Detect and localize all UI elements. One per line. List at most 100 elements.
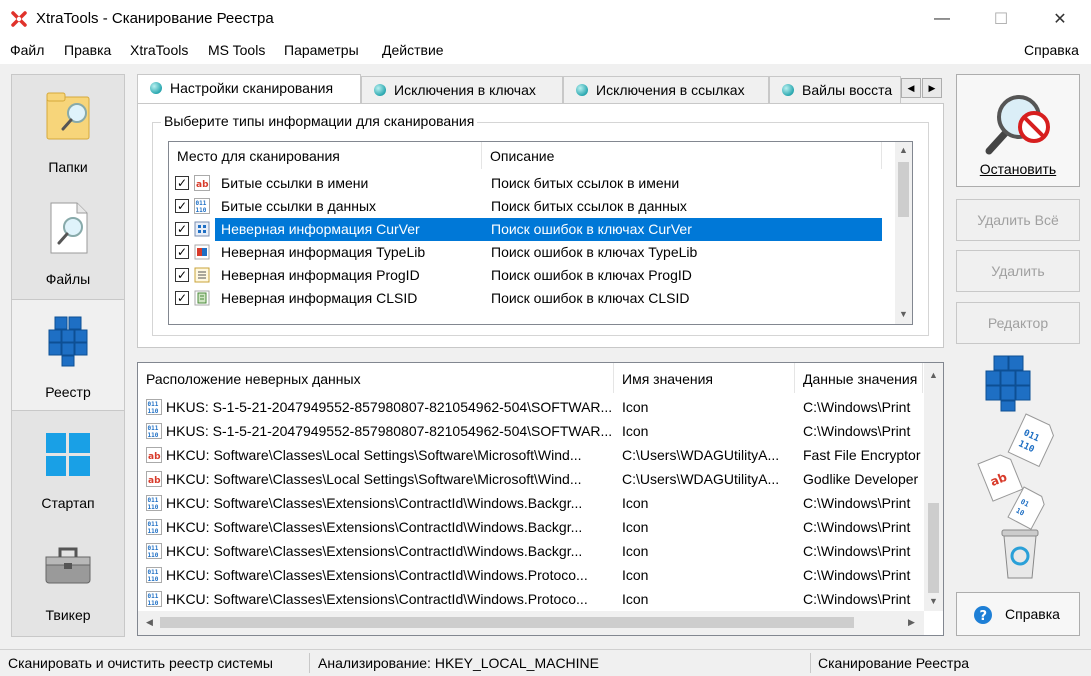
binary-value-icon: 011110 [146,519,162,535]
scan-types-list: Место для сканирования Описание ✓ ab Бит… [168,141,913,325]
table-row[interactable]: 011 110 HKUS: S-1-5-21-2047949552-85798080… [138,419,923,443]
registry-key-icon [194,221,210,237]
table-row[interactable]: 011 110 HKCU: Software\Classes\Extensions\… [138,515,923,539]
typelib-icon [194,244,210,260]
scroll-thumb[interactable] [160,617,854,628]
scroll-thumb[interactable] [928,503,939,593]
cell-location: HKCU: Software\Classes\Extensions\Contra… [166,567,588,583]
cell-value-name: C:\Users\WDAGUtilityA... [622,447,780,463]
checkbox[interactable]: ✓ [175,245,189,259]
menu-parameters[interactable]: Параметры [284,42,359,58]
scroll-down-icon[interactable]: ▼ [895,306,912,323]
help-button[interactable]: ? Справка [956,592,1080,636]
checkbox[interactable]: ✓ [175,268,189,282]
cell-value-data: C:\Windows\Print [803,567,911,583]
registry-cleanup-illustration-icon: 011 110 ab 01 10 [977,355,1054,579]
svg-text:110: 110 [196,207,207,214]
results-vertical-scrollbar[interactable]: ▲ ▼ [924,363,943,611]
tab-bar: Настройки сканирования Исключения в ключ… [137,74,944,103]
delete-button[interactable]: Удалить [956,250,1080,292]
table-row[interactable]: 011 110 HKUS: S-1-5-21-2047949552-85798080… [138,395,923,419]
toolbox-icon [45,547,91,584]
cell-value-name: Icon [622,519,649,535]
sidebar-label: Файлы [45,271,91,287]
stop-button[interactable]: Остановить [956,74,1080,187]
tab-link-exclusions[interactable]: Исключения в ссылках [563,76,769,103]
svg-text:ab: ab [148,452,161,462]
help-icon: ? [974,606,992,624]
list-item[interactable]: ✓ 011 110 Битые ссылки в данных Поиск бит… [169,195,882,218]
menu-ms-tools[interactable]: MS Tools [208,42,265,58]
sidebar-item-startup[interactable]: Стартап [12,411,124,523]
scroll-thumb[interactable] [898,162,909,217]
cell-location: HKCU: Software\Classes\Local Settings\So… [166,447,582,463]
delete-all-button[interactable]: Удалить Всё [956,199,1080,241]
table-row[interactable]: ab HKCU: Software\Classes\Local Settings\… [138,443,923,467]
table-row[interactable]: 011 110 HKCU: Software\Classes\Extensions\… [138,539,923,563]
sidebar-item-folders[interactable]: Папки [12,75,124,187]
column-header-description[interactable]: Описание [482,142,882,169]
table-row[interactable]: 011 110 HKCU: Software\Classes\Extensions\… [138,587,923,611]
table-row[interactable]: 011 110 HKCU: Software\Classes\Extensions\… [138,491,923,515]
cell-location: HKCU: Software\Classes\Extensions\Contra… [166,543,583,559]
binary-value-icon: 011110 [146,543,162,559]
scroll-up-icon[interactable]: ▲ [895,142,912,159]
checkbox[interactable]: ✓ [175,222,189,236]
column-header-value-data[interactable]: Данные значения [795,363,923,393]
list-item[interactable]: ✓ Неверная информация TypeLib Поиск ошиб… [169,241,882,264]
maximize-button[interactable]: ☐ [978,0,1024,38]
editor-button[interactable]: Редактор [956,302,1080,344]
minimize-button[interactable]: — [919,0,965,38]
list-item[interactable]: ✓ Неверная информация CLSID Поиск ошибок… [169,287,882,310]
scroll-down-icon[interactable]: ▼ [925,593,942,610]
tab-restore-files[interactable]: Вайлы восста [769,76,901,103]
svg-text:110: 110 [148,600,159,607]
cell-value-name: Icon [622,567,649,583]
checkbox[interactable]: ✓ [175,291,189,305]
sidebar-item-files[interactable]: Файлы [12,187,124,299]
menu-xtratools[interactable]: XtraTools [130,42,188,58]
cell-value-data: C:\Windows\Print [803,495,911,511]
tab-scroll-left-button[interactable]: ◀ [901,78,921,98]
tab-dot-icon [374,84,386,96]
sidebar-item-registry[interactable]: Реестр [12,299,124,411]
list-item[interactable]: ✓ ab Битые ссылки в имени Поиск битых сс… [169,172,882,195]
menu-file[interactable]: Файл [10,42,44,58]
list-item[interactable]: ✓ Неверная информация ProgID Поиск ошибо… [169,264,882,287]
scroll-right-icon[interactable]: ▶ [903,614,920,631]
svg-text:110: 110 [148,432,159,439]
column-header-location[interactable]: Место для сканирования [169,142,482,169]
svg-text:011: 011 [148,401,159,408]
svg-text:011: 011 [148,521,159,528]
svg-text:?: ? [980,609,988,624]
status-description: Сканировать и очистить реестр системы [8,655,273,671]
list-item[interactable]: ✓ Неверная информация CurVer Поиск ошибо… [169,218,882,241]
menu-edit[interactable]: Правка [64,42,111,58]
checkbox[interactable]: ✓ [175,199,189,213]
close-button[interactable]: ✕ [1037,0,1083,38]
column-header-location[interactable]: Расположение неверных данных [138,363,614,393]
table-row[interactable]: ab HKCU: Software\Classes\Local Settings\… [138,467,923,491]
tab-panel: Выберите типы информации для сканировани… [137,103,944,348]
svg-text:011: 011 [148,497,159,504]
window-title: XtraTools - Сканирование Реестра [36,10,274,27]
tab-scroll-right-button[interactable]: ▶ [922,78,942,98]
tab-scan-settings[interactable]: Настройки сканирования [137,74,361,103]
tab-key-exclusions[interactable]: Исключения в ключах [361,76,563,103]
scroll-left-icon[interactable]: ◀ [141,614,158,631]
ab-string-icon: ab [146,447,162,463]
scan-list-scrollbar[interactable]: ▲ ▼ [895,142,912,324]
cell-value-data: C:\Windows\Print [803,519,911,535]
checkbox[interactable]: ✓ [175,176,189,190]
table-row[interactable]: 011 110 HKCU: Software\Classes\Extensions\… [138,563,923,587]
cell-value-name: Icon [622,543,649,559]
sidebar-item-tweaker[interactable]: Твикер [12,523,124,635]
menu-help[interactable]: Справка [1024,42,1079,58]
column-header-value-name[interactable]: Имя значения [614,363,795,393]
cell-location: HKUS: S-1-5-21-2047949552-857980807-8210… [166,399,612,415]
menu-action[interactable]: Действие [382,42,444,58]
scroll-up-icon[interactable]: ▲ [925,367,942,384]
svg-text:011: 011 [148,545,159,552]
results-horizontal-scrollbar[interactable]: ◀ ▶ [138,611,924,635]
cell-location: HKCU: Software\Classes\Local Settings\So… [166,471,582,487]
